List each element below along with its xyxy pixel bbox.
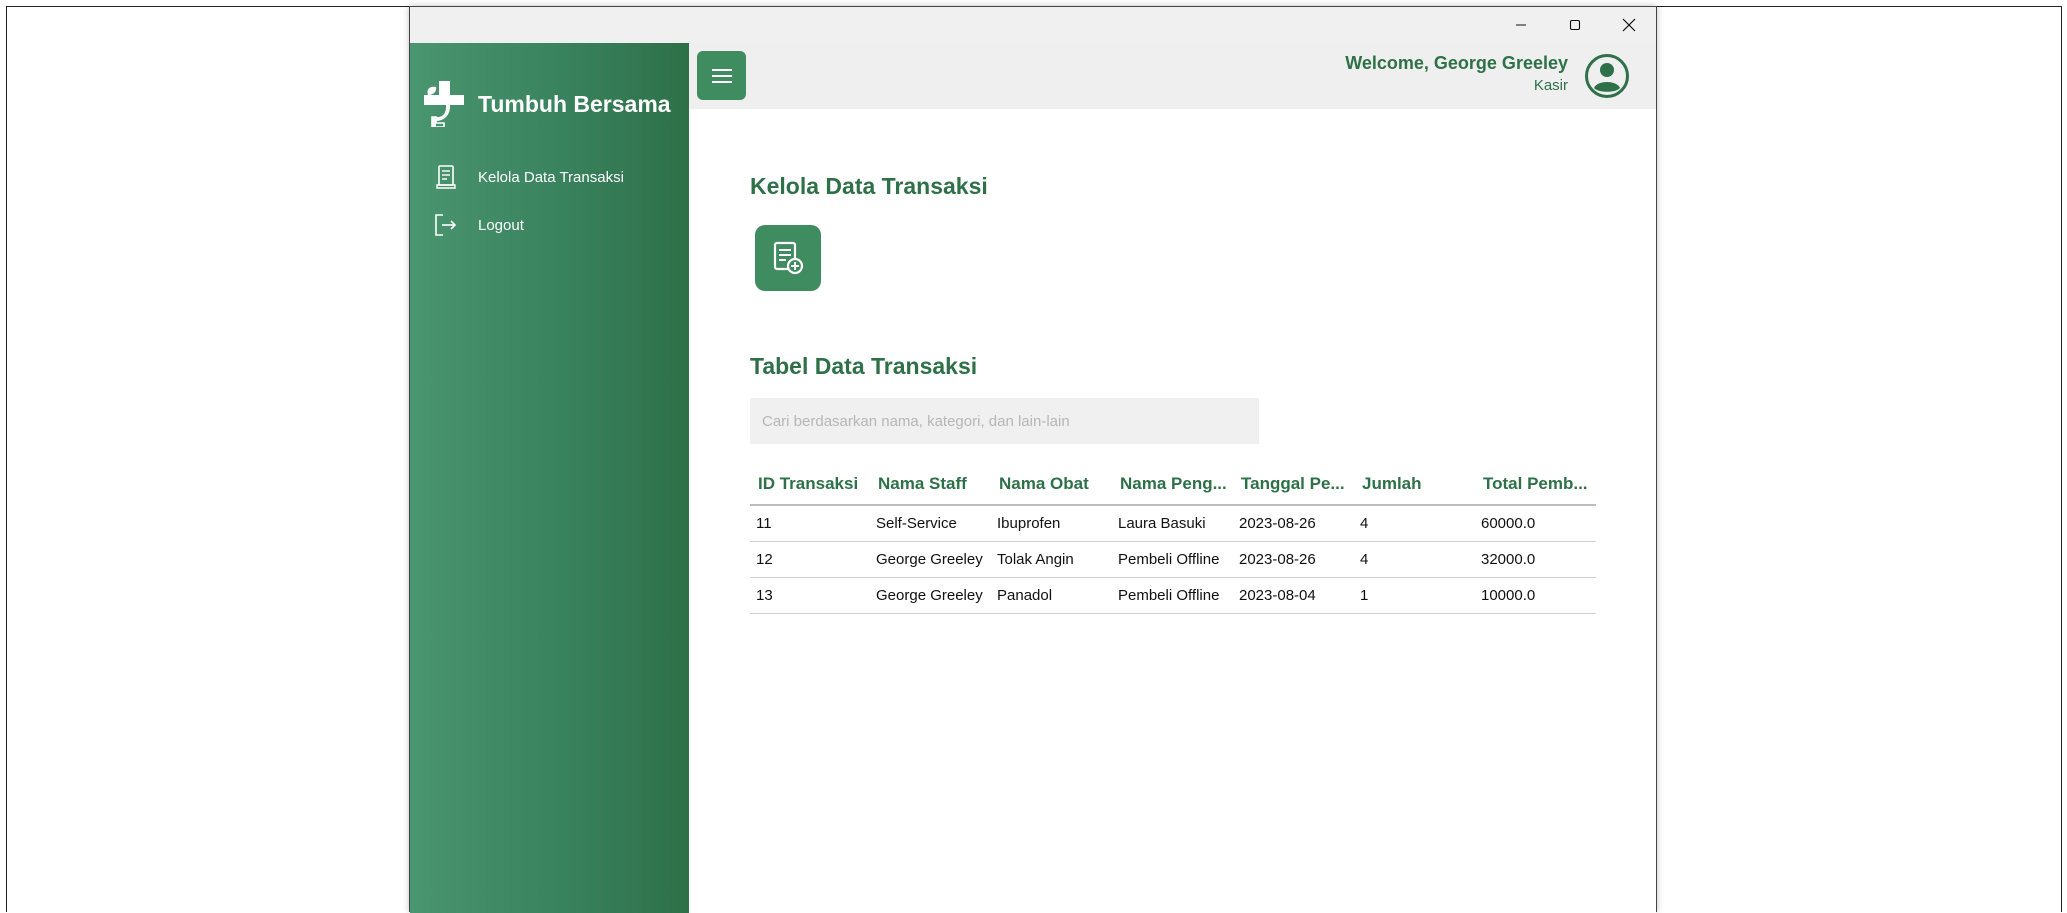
top-header: Welcome, George Greeley Kasir — [689, 43, 1656, 109]
table-cell: 2023-08-26 — [1233, 541, 1354, 578]
table-cell: 13 — [750, 577, 870, 614]
table-cell: Panadol — [991, 577, 1112, 614]
hamburger-icon — [711, 68, 732, 83]
logout-icon — [434, 212, 458, 238]
sidebar-item-label: Logout — [478, 216, 524, 234]
brand: Tumbuh Bersama — [424, 81, 671, 127]
brand-name: Tumbuh Bersama — [478, 90, 671, 117]
maximize-icon — [1569, 19, 1581, 31]
sidebar: Tumbuh Bersama Kelola Data Transaksi Log… — [410, 43, 689, 913]
table-cell: Pembeli Offline — [1112, 577, 1233, 614]
table-cell: 11 — [750, 505, 870, 542]
table-cell: Laura Basuki — [1112, 505, 1233, 542]
add-transaction-button[interactable] — [755, 225, 821, 291]
table-cell: 4 — [1354, 505, 1475, 542]
column-header[interactable]: Nama Obat — [991, 463, 1112, 506]
table-cell: 4 — [1354, 541, 1475, 578]
brand-logo-icon — [424, 81, 464, 127]
table-header-row: ID Transaksi Nama Staff Nama Obat Nama P… — [750, 463, 1596, 506]
search-input[interactable] — [750, 398, 1259, 444]
sidebar-item-logout[interactable]: Logout — [434, 210, 524, 240]
title-bar — [410, 7, 1656, 43]
table-title: Tabel Data Transaksi — [750, 353, 978, 379]
welcome-text: Welcome, George Greeley — [1345, 53, 1568, 73]
column-header[interactable]: Tanggal Pe... — [1233, 463, 1354, 506]
main-content: Kelola Data Transaksi Tabel Data Transak… — [689, 109, 1656, 913]
column-header[interactable]: ID Transaksi — [750, 463, 870, 506]
table-cell: Tolak Angin — [991, 541, 1112, 578]
table-cell: 2023-08-26 — [1233, 505, 1354, 542]
table-row[interactable]: 13 George Greeley Panadol Pembeli Offlin… — [750, 577, 1596, 614]
column-header[interactable]: Jumlah — [1354, 463, 1475, 506]
table-cell: Self-Service — [870, 505, 991, 542]
desktop: Tumbuh Bersama Kelola Data Transaksi Log… — [0, 0, 2067, 913]
table-cell: 60000.0 — [1475, 505, 1596, 542]
column-header[interactable]: Nama Staff — [870, 463, 991, 506]
table-cell: Pembeli Offline — [1112, 541, 1233, 578]
table-row[interactable]: 12 George Greeley Tolak Angin Pembeli Of… — [750, 541, 1596, 578]
minimize-icon — [1516, 24, 1526, 26]
column-header[interactable]: Nama Peng... — [1112, 463, 1233, 506]
user-avatar-icon[interactable] — [1584, 53, 1630, 99]
table-row[interactable]: 11 Self-Service Ibuprofen Laura Basuki 2… — [750, 505, 1596, 542]
table-cell: Ibuprofen — [991, 505, 1112, 542]
table-cell: 10000.0 — [1475, 577, 1596, 614]
close-icon — [1622, 18, 1636, 32]
user-role: Kasir — [1533, 77, 1568, 94]
sidebar-item-label: Kelola Data Transaksi — [478, 168, 624, 186]
table-cell: George Greeley — [870, 577, 991, 614]
page-title: Kelola Data Transaksi — [750, 173, 988, 199]
app-window: Tumbuh Bersama Kelola Data Transaksi Log… — [409, 6, 1657, 913]
table-cell: 1 — [1354, 577, 1475, 614]
table-cell: 32000.0 — [1475, 541, 1596, 578]
table-cell: 2023-08-04 — [1233, 577, 1354, 614]
close-button[interactable] — [1602, 7, 1656, 43]
minimize-button[interactable] — [1494, 7, 1548, 43]
menu-toggle-button[interactable] — [697, 51, 746, 100]
sidebar-item-kelola-data-transaksi[interactable]: Kelola Data Transaksi — [434, 162, 624, 192]
add-document-icon — [773, 241, 804, 275]
receipt-icon — [434, 164, 458, 190]
maximize-button[interactable] — [1548, 7, 1602, 43]
column-header[interactable]: Total Pemb... — [1475, 463, 1596, 506]
table-cell: George Greeley — [870, 541, 991, 578]
welcome-block: Welcome, George Greeley Kasir — [1345, 53, 1568, 94]
table-cell: 12 — [750, 541, 870, 578]
transactions-table: ID Transaksi Nama Staff Nama Obat Nama P… — [750, 463, 1596, 614]
